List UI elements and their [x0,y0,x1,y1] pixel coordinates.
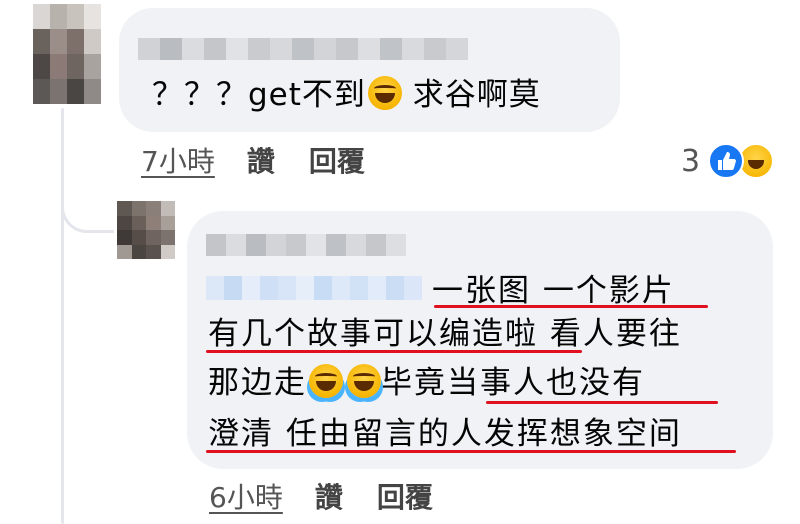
joy-emoji [347,364,381,398]
reactions-summary[interactable] [706,143,776,179]
reply-timestamp[interactable]: 6小時 [209,476,283,516]
avatar[interactable] [33,4,101,104]
joy-emoji [309,364,343,398]
commenter-name-blurred[interactable] [206,234,406,256]
reaction-count[interactable]: 3 [681,144,700,179]
tagged-name-blurred[interactable] [206,276,422,300]
comment-text-part: 求谷啊莫 [401,77,541,113]
red-underline [206,450,736,453]
comment-text-part: ？？？get不到 [152,77,366,113]
red-underline [486,401,718,404]
reply-button[interactable]: 回覆 [377,476,433,516]
thread-branch-line [61,170,114,233]
rofl-emoji [367,76,402,110]
avatar[interactable] [117,201,175,259]
like-button[interactable]: 讚 [247,140,275,180]
reply-button[interactable]: 回覆 [309,140,365,180]
reply-meta: 6小時 讚 回覆 [209,476,467,516]
comment-timestamp[interactable]: 7小時 [141,140,215,180]
comment-text: ？？？get不到 求谷啊莫 [152,70,541,121]
reply-text-part: 毕竟当事人也没有 [381,365,645,401]
red-underline [434,305,708,308]
like-icon [708,143,744,179]
reply-text-part: 那边走 [208,365,307,401]
like-button[interactable]: 讚 [315,476,343,516]
comment-meta: 7小時 讚 回覆 [141,140,399,180]
red-underline [206,350,582,353]
commenter-name-blurred[interactable] [138,38,468,60]
